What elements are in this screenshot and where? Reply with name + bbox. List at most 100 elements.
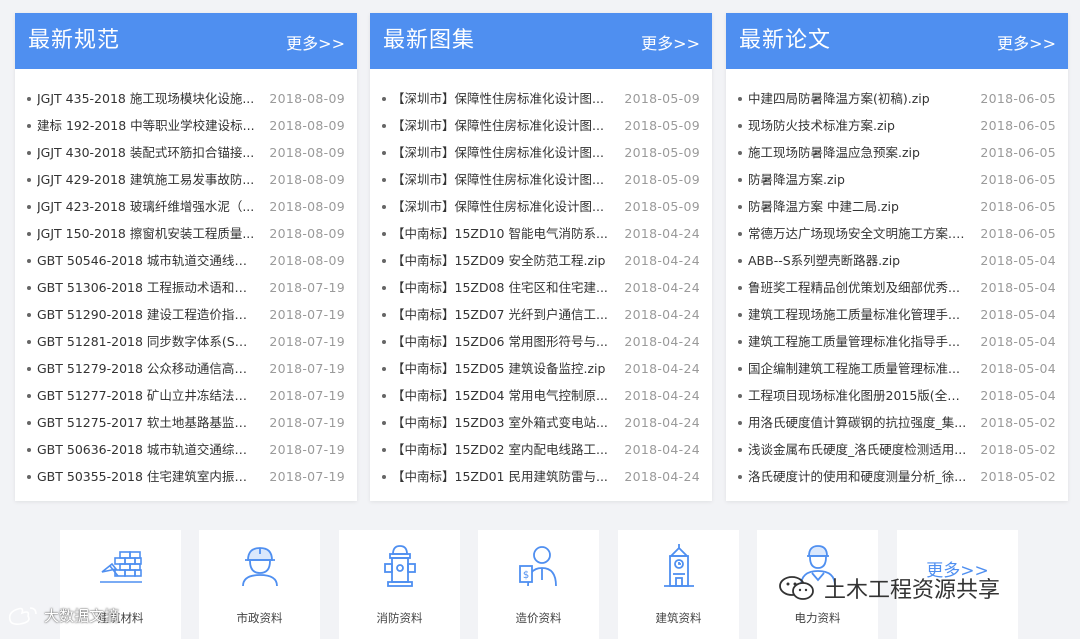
- item-title-link[interactable]: GBT 51277-2018 矿山立井冻结法施...: [37, 382, 255, 409]
- item-title-link[interactable]: 【中南标】15ZD04 常用电气控制原...: [392, 382, 610, 409]
- list-item[interactable]: 【中南标】15ZD04 常用电气控制原... 2018-04-24: [382, 382, 700, 409]
- list-item[interactable]: JGJT 150-2018 擦窗机安装工程质量... 2018-08-09: [27, 220, 345, 247]
- item-title-link[interactable]: 【中南标】15ZD10 智能电气消防系...: [392, 220, 610, 247]
- item-title-link[interactable]: GBT 51279-2018 公众移动通信高速...: [37, 355, 255, 382]
- list-item[interactable]: 【深圳市】保障性住房标准化设计图... 2018-05-09: [382, 112, 700, 139]
- list-item[interactable]: GBT 51290-2018 建设工程造价指标... 2018-07-19: [27, 301, 345, 328]
- list-item[interactable]: 【深圳市】保障性住房标准化设计图... 2018-05-09: [382, 193, 700, 220]
- list-item[interactable]: 【中南标】15ZD03 室外箱式变电站... 2018-04-24: [382, 409, 700, 436]
- list-item[interactable]: GBT 50355-2018 住宅建筑室内振动... 2018-07-19: [27, 463, 345, 490]
- list-item[interactable]: 现场防火技术标准方案.zip 2018-06-05: [738, 112, 1056, 139]
- item-title-link[interactable]: 【深圳市】保障性住房标准化设计图...: [392, 112, 610, 139]
- list-item[interactable]: 【中南标】15ZD01 民用建筑防雷与... 2018-04-24: [382, 463, 700, 490]
- list-item[interactable]: 用洛氏硬度值计算碳钢的抗拉强度_集... 2018-05-02: [738, 409, 1056, 436]
- list-item[interactable]: 建标 192-2018 中等职业学校建设标... 2018-08-09: [27, 112, 345, 139]
- list-item[interactable]: 【中南标】15ZD05 建筑设备监控.zip 2018-04-24: [382, 355, 700, 382]
- list-item[interactable]: GBT 51306-2018 工程振动术语和符... 2018-07-19: [27, 274, 345, 301]
- item-title-link[interactable]: 用洛氏硬度值计算碳钢的抗拉强度_集...: [748, 409, 966, 436]
- item-title-link[interactable]: GBT 50546-2018 城市轨道交通线网...: [37, 247, 255, 274]
- item-title-link[interactable]: 防暑降温方案.zip: [748, 166, 966, 193]
- category-architecture[interactable]: 建筑资料: [618, 530, 739, 639]
- item-title-link[interactable]: GBT 50636-2018 城市轨道交通综合...: [37, 436, 255, 463]
- category-label: 电力资料: [794, 611, 841, 625]
- list-item[interactable]: JGJT 429-2018 建筑施工易发事故防... 2018-08-09: [27, 166, 345, 193]
- item-title-link[interactable]: 【深圳市】保障性住房标准化设计图...: [392, 139, 610, 166]
- list-item[interactable]: JGJT 430-2018 装配式环筋扣合锚接... 2018-08-09: [27, 139, 345, 166]
- list-item[interactable]: 【中南标】15ZD08 住宅区和住宅建... 2018-04-24: [382, 274, 700, 301]
- item-title-link[interactable]: 【深圳市】保障性住房标准化设计图...: [392, 85, 610, 112]
- list-item[interactable]: 建筑工程现场施工质量标准化管理手... 2018-05-04: [738, 301, 1056, 328]
- item-title-link[interactable]: 【中南标】15ZD07 光纤到户通信工...: [392, 301, 610, 328]
- item-title-link[interactable]: 现场防火技术标准方案.zip: [748, 112, 966, 139]
- list-item[interactable]: GBT 50636-2018 城市轨道交通综合... 2018-07-19: [27, 436, 345, 463]
- list-item[interactable]: 【深圳市】保障性住房标准化设计图... 2018-05-09: [382, 85, 700, 112]
- category-fire-protection[interactable]: 消防资料: [339, 530, 460, 639]
- item-title-link[interactable]: GBT 51290-2018 建设工程造价指标...: [37, 301, 255, 328]
- item-title-link[interactable]: 国企编制建筑工程施工质量管理标准...: [748, 355, 966, 382]
- item-title-link[interactable]: 【中南标】15ZD08 住宅区和住宅建...: [392, 274, 610, 301]
- list-item[interactable]: 【中南标】15ZD10 智能电气消防系... 2018-04-24: [382, 220, 700, 247]
- list-item[interactable]: 防暑降温方案 中建二局.zip 2018-06-05: [738, 193, 1056, 220]
- list-item[interactable]: 工程项目现场标准化图册2015版(全册... 2018-05-04: [738, 382, 1056, 409]
- more-link[interactable]: 更多>>: [997, 34, 1056, 54]
- item-title-link[interactable]: 【中南标】15ZD09 安全防范工程.zip: [392, 247, 610, 274]
- list-item[interactable]: GBT 51281-2018 同步数字体系(SDH... 2018-07-19: [27, 328, 345, 355]
- item-title-link[interactable]: 【中南标】15ZD02 室内配电线路工...: [392, 436, 610, 463]
- item-title-link[interactable]: JGJT 150-2018 擦窗机安装工程质量...: [37, 220, 255, 247]
- item-title-link[interactable]: ABB--S系列塑壳断路器.zip: [748, 247, 966, 274]
- list-item[interactable]: GBT 51277-2018 矿山立井冻结法施... 2018-07-19: [27, 382, 345, 409]
- more-link[interactable]: 更多>>: [641, 34, 700, 54]
- list-item[interactable]: JGJT 423-2018 玻璃纤维增强水泥（... 2018-08-09: [27, 193, 345, 220]
- item-title-link[interactable]: 常德万达广场现场安全文明施工方案.z...: [748, 220, 966, 247]
- list-item[interactable]: 浅谈金属布氏硬度_洛氏硬度检测适用... 2018-05-02: [738, 436, 1056, 463]
- list-item[interactable]: 【中南标】15ZD09 安全防范工程.zip 2018-04-24: [382, 247, 700, 274]
- list-item[interactable]: GBT 51279-2018 公众移动通信高速... 2018-07-19: [27, 355, 345, 382]
- list-item[interactable]: 防暑降温方案.zip 2018-06-05: [738, 166, 1056, 193]
- list-item[interactable]: 洛氏硬度计的使用和硬度测量分析_徐... 2018-05-02: [738, 463, 1056, 490]
- item-title-link[interactable]: 【深圳市】保障性住房标准化设计图...: [392, 166, 610, 193]
- item-title-link[interactable]: 【中南标】15ZD06 常用图形符号与...: [392, 328, 610, 355]
- list-item[interactable]: 常德万达广场现场安全文明施工方案.z... 2018-06-05: [738, 220, 1056, 247]
- list-item[interactable]: 建筑工程施工质量管理标准化指导手... 2018-05-04: [738, 328, 1056, 355]
- bullet-dot: [382, 285, 386, 290]
- item-title-link[interactable]: 中建四局防暑降温方案(初稿).zip: [748, 85, 966, 112]
- category-cost[interactable]: $ 造价资料: [478, 530, 599, 639]
- item-title-link[interactable]: 【中南标】15ZD01 民用建筑防雷与...: [392, 463, 610, 490]
- item-title-link[interactable]: 施工现场防暑降温应急预案.zip: [748, 139, 966, 166]
- item-title-link[interactable]: JGJT 429-2018 建筑施工易发事故防...: [37, 166, 255, 193]
- item-title-link[interactable]: 工程项目现场标准化图册2015版(全册...: [748, 382, 966, 409]
- item-title-link[interactable]: 【深圳市】保障性住房标准化设计图...: [392, 193, 610, 220]
- list-item[interactable]: GBT 51275-2017 软土地基路基监控... 2018-07-19: [27, 409, 345, 436]
- item-title-link[interactable]: GBT 51281-2018 同步数字体系(SDH...: [37, 328, 255, 355]
- list-item[interactable]: 【深圳市】保障性住房标准化设计图... 2018-05-09: [382, 166, 700, 193]
- item-title-link[interactable]: JGJT 430-2018 装配式环筋扣合锚接...: [37, 139, 255, 166]
- item-title-link[interactable]: GBT 51306-2018 工程振动术语和符...: [37, 274, 255, 301]
- list-item[interactable]: 【中南标】15ZD06 常用图形符号与... 2018-04-24: [382, 328, 700, 355]
- item-title-link[interactable]: GBT 51275-2017 软土地基路基监控...: [37, 409, 255, 436]
- list-item[interactable]: GBT 50546-2018 城市轨道交通线网... 2018-08-09: [27, 247, 345, 274]
- item-title-link[interactable]: 建筑工程现场施工质量标准化管理手...: [748, 301, 966, 328]
- list-item[interactable]: 中建四局防暑降温方案(初稿).zip 2018-06-05: [738, 85, 1056, 112]
- list-item[interactable]: ABB--S系列塑壳断路器.zip 2018-05-04: [738, 247, 1056, 274]
- list-item[interactable]: 【中南标】15ZD02 室内配电线路工... 2018-04-24: [382, 436, 700, 463]
- more-link[interactable]: 更多>>: [286, 34, 345, 54]
- item-title-link[interactable]: 浅谈金属布氏硬度_洛氏硬度检测适用...: [748, 436, 966, 463]
- list-item[interactable]: 施工现场防暑降温应急预案.zip 2018-06-05: [738, 139, 1056, 166]
- list-item[interactable]: 鲁班奖工程精品创优策划及细部优秀... 2018-05-04: [738, 274, 1056, 301]
- item-title-link[interactable]: 【中南标】15ZD05 建筑设备监控.zip: [392, 355, 610, 382]
- item-title-link[interactable]: 防暑降温方案 中建二局.zip: [748, 193, 966, 220]
- item-title-link[interactable]: JGJT 435-2018 施工现场模块化设施...: [37, 85, 255, 112]
- list-item[interactable]: 【中南标】15ZD07 光纤到户通信工... 2018-04-24: [382, 301, 700, 328]
- item-date: 2018-05-04: [980, 334, 1056, 349]
- item-title-link[interactable]: JGJT 423-2018 玻璃纤维增强水泥（...: [37, 193, 255, 220]
- list-item[interactable]: 国企编制建筑工程施工质量管理标准... 2018-05-04: [738, 355, 1056, 382]
- item-title-link[interactable]: 建筑工程施工质量管理标准化指导手...: [748, 328, 966, 355]
- item-title-link[interactable]: 鲁班奖工程精品创优策划及细部优秀...: [748, 274, 966, 301]
- list-item[interactable]: 【深圳市】保障性住房标准化设计图... 2018-05-09: [382, 139, 700, 166]
- item-title-link[interactable]: 建标 192-2018 中等职业学校建设标...: [37, 112, 255, 139]
- list-item[interactable]: JGJT 435-2018 施工现场模块化设施... 2018-08-09: [27, 85, 345, 112]
- item-title-link[interactable]: 【中南标】15ZD03 室外箱式变电站...: [392, 409, 610, 436]
- item-title-link[interactable]: GBT 50355-2018 住宅建筑室内振动...: [37, 463, 255, 490]
- category-municipal[interactable]: 市政资料: [199, 530, 320, 639]
- item-title-link[interactable]: 洛氏硬度计的使用和硬度测量分析_徐...: [748, 463, 966, 490]
